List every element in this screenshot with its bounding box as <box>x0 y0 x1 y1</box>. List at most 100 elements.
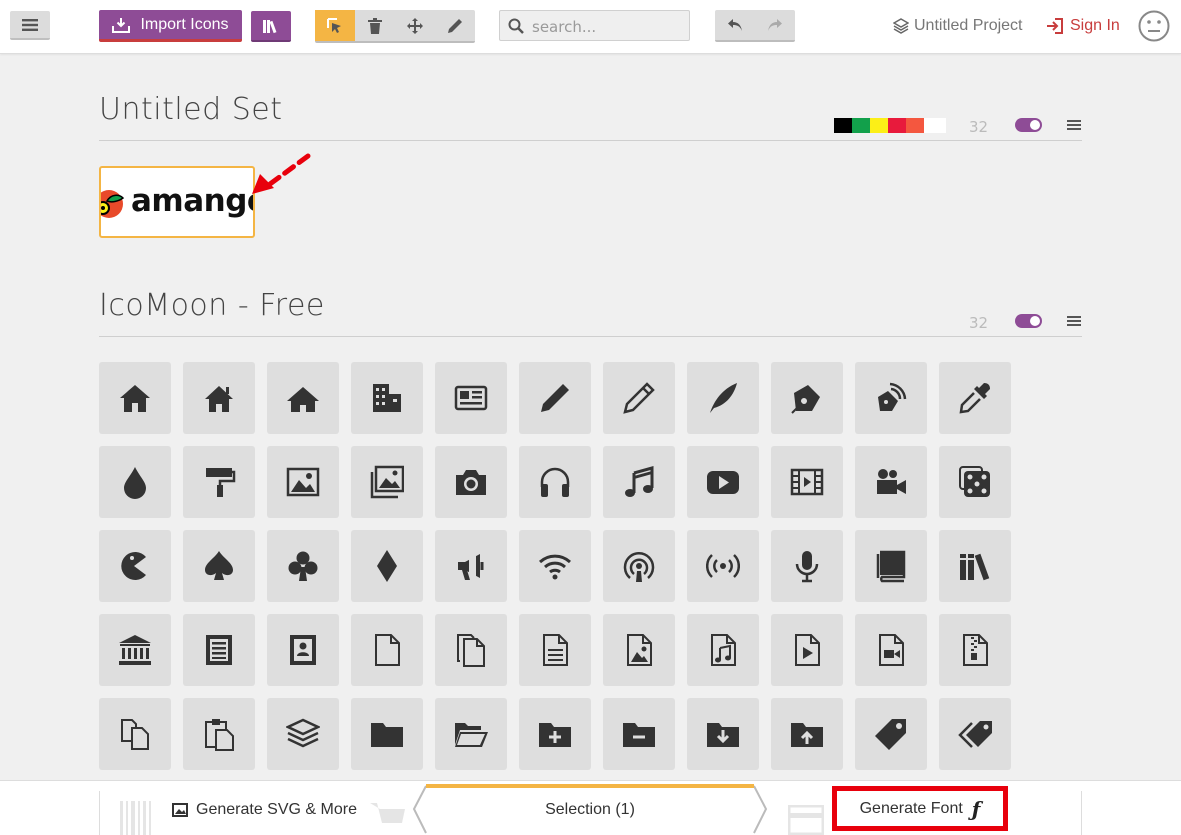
feed-tile[interactable] <box>687 530 759 602</box>
pencil2-icon <box>623 382 655 414</box>
file-video-tile[interactable] <box>855 614 927 686</box>
bottom-bar: Generate SVG & More Selection (1) Genera… <box>0 780 1181 835</box>
pen-tile[interactable] <box>771 362 843 434</box>
folder-upload-tile[interactable] <box>771 698 843 770</box>
library-tile[interactable] <box>99 614 171 686</box>
redo-button[interactable] <box>755 10 795 40</box>
copy-tile[interactable] <box>99 698 171 770</box>
pacman-tile[interactable] <box>99 530 171 602</box>
pencil2-tile[interactable] <box>603 362 675 434</box>
video-camera-icon <box>877 469 906 494</box>
project-selector[interactable]: Untitled Project <box>893 16 1023 36</box>
search-input[interactable] <box>530 16 684 38</box>
custom-icon-tile[interactable]: amango <box>99 166 255 238</box>
edit-tool[interactable] <box>435 10 475 41</box>
generate-font-button[interactable]: Generate Font ƒ <box>832 786 1008 831</box>
sign-in-link[interactable]: Sign In <box>1046 16 1120 36</box>
bullhorn-tile[interactable] <box>435 530 507 602</box>
redo-icon <box>768 19 782 31</box>
headphones-icon <box>540 467 570 497</box>
droplet-tile[interactable] <box>99 446 171 518</box>
book-tile[interactable] <box>855 530 927 602</box>
blog-tile[interactable] <box>855 362 927 434</box>
swatch-red[interactable] <box>888 118 906 133</box>
folder-download-tile[interactable] <box>687 698 759 770</box>
film-tile[interactable] <box>771 446 843 518</box>
set-title-untitled[interactable]: Untitled Set <box>99 92 282 127</box>
swatch-white[interactable] <box>924 118 946 133</box>
pencil-icon <box>448 18 462 33</box>
delete-tool[interactable] <box>355 10 395 41</box>
swatch-orange[interactable] <box>906 118 924 133</box>
newspaper-tile[interactable] <box>435 362 507 434</box>
file-zip-tile[interactable] <box>939 614 1011 686</box>
undo-button[interactable] <box>715 10 755 40</box>
home-icon <box>120 385 150 412</box>
paste-tile[interactable] <box>183 698 255 770</box>
folder-minus-tile[interactable] <box>603 698 675 770</box>
mic-tile[interactable] <box>771 530 843 602</box>
mango-logo-icon <box>101 190 125 218</box>
cart-icon <box>370 803 405 823</box>
file-text2-tile[interactable] <box>519 614 591 686</box>
images-tile[interactable] <box>351 446 423 518</box>
file-text-tile[interactable] <box>183 614 255 686</box>
set-menu-icomoon[interactable] <box>1067 316 1081 326</box>
price-tag-tile[interactable] <box>855 698 927 770</box>
spades-tile[interactable] <box>183 530 255 602</box>
set-size-icomoon[interactable]: 32 <box>969 314 988 332</box>
podcast-tile[interactable] <box>603 530 675 602</box>
set-toggle-icomoon[interactable] <box>1015 314 1042 328</box>
eyedropper-tile[interactable] <box>939 362 1011 434</box>
folder-plus-tile[interactable] <box>519 698 591 770</box>
swatch-yellow[interactable] <box>870 118 888 133</box>
video-camera-tile[interactable] <box>855 446 927 518</box>
swatch-green[interactable] <box>852 118 870 133</box>
play-tile[interactable] <box>687 446 759 518</box>
paint-format-tile[interactable] <box>183 446 255 518</box>
price-tags-tile[interactable] <box>939 698 1011 770</box>
connection-tile[interactable] <box>519 530 591 602</box>
quill-tile[interactable] <box>687 362 759 434</box>
set-menu-untitled[interactable] <box>1067 120 1081 130</box>
dice-tile[interactable] <box>939 446 1011 518</box>
music-tile[interactable] <box>603 446 675 518</box>
selection-tab[interactable]: Selection (1) <box>412 781 768 835</box>
pencil-tile[interactable] <box>519 362 591 434</box>
file-play-tile[interactable] <box>771 614 843 686</box>
home3-tile[interactable] <box>267 362 339 434</box>
set-toggle-untitled[interactable] <box>1015 118 1042 132</box>
import-icons-button[interactable]: Import Icons <box>99 10 242 42</box>
diamonds-tile[interactable] <box>351 530 423 602</box>
set-size-untitled[interactable]: 32 <box>969 118 988 136</box>
swatch-black[interactable] <box>834 118 852 133</box>
file-music-tile[interactable] <box>687 614 759 686</box>
image-tile[interactable] <box>267 446 339 518</box>
file-picture-tile[interactable] <box>603 614 675 686</box>
books-icon <box>960 553 990 581</box>
camera-tile[interactable] <box>435 446 507 518</box>
move-tool[interactable] <box>395 10 435 41</box>
profile-tile[interactable] <box>267 614 339 686</box>
images-icon <box>370 465 404 499</box>
eyedropper-icon <box>959 383 990 414</box>
office-tile[interactable] <box>351 362 423 434</box>
select-tool[interactable] <box>315 10 355 41</box>
library-button[interactable] <box>251 11 291 42</box>
clubs-tile[interactable] <box>267 530 339 602</box>
file-empty-tile[interactable] <box>351 614 423 686</box>
folder-open-tile[interactable] <box>435 698 507 770</box>
stack-tile[interactable] <box>267 698 339 770</box>
headphones-tile[interactable] <box>519 446 591 518</box>
home-tile[interactable] <box>99 362 171 434</box>
home2-tile[interactable] <box>183 362 255 434</box>
set-title-icomoon[interactable]: IcoMoon - Free <box>99 288 325 323</box>
files-empty-tile[interactable] <box>435 614 507 686</box>
main-menu-button[interactable] <box>10 11 50 40</box>
avatar[interactable] <box>1138 10 1170 42</box>
generate-svg-button[interactable]: Generate SVG & More <box>172 799 357 821</box>
folder-tile[interactable] <box>351 698 423 770</box>
books-tile[interactable] <box>939 530 1011 602</box>
neutral-face-icon <box>1138 10 1170 42</box>
folder-download-icon <box>707 723 739 747</box>
